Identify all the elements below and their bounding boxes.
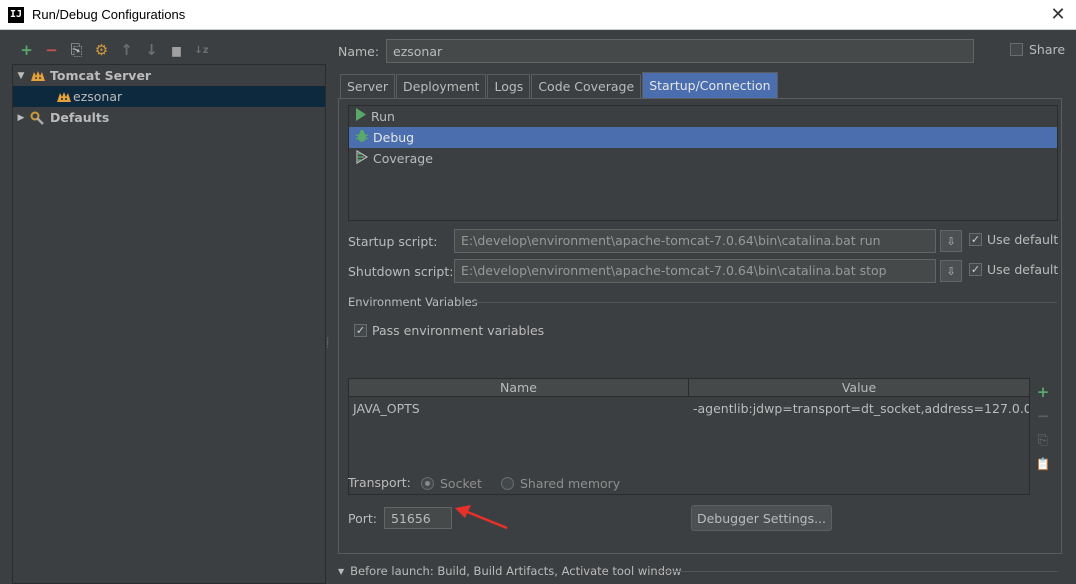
- shutdown-use-default-checkbox[interactable]: ✓: [969, 263, 982, 276]
- add-env-icon[interactable]: +: [1033, 380, 1053, 404]
- shared-memory-label: Shared memory: [520, 476, 621, 491]
- share-checkbox[interactable]: [1010, 43, 1023, 56]
- list-item-run[interactable]: Run: [349, 106, 1057, 127]
- tomcat-icon: [29, 68, 47, 84]
- table-header: Name Value: [349, 379, 1029, 397]
- tab-startup-connection[interactable]: Startup/Connection: [642, 72, 778, 98]
- remove-icon[interactable]: −: [39, 40, 64, 60]
- splitter-handle[interactable]: ⁝ ⁝: [326, 337, 329, 351]
- use-default-label: Use default: [987, 232, 1059, 247]
- pass-env-label: Pass environment variables: [372, 323, 545, 338]
- tree-item-label: ezsonar: [73, 89, 123, 104]
- list-item-label: Run: [371, 109, 395, 124]
- share-option[interactable]: Share: [1010, 42, 1065, 57]
- paste-env-icon[interactable]: 📋: [1033, 452, 1053, 476]
- tree-item-label: Tomcat Server: [50, 68, 152, 83]
- configurations-tree: ▼ Tomcat Server ezsonar ▶ Defaults: [12, 64, 326, 584]
- browse-startup-icon[interactable]: ⇩: [940, 230, 962, 252]
- remove-env-icon[interactable]: −: [1033, 404, 1053, 428]
- shared-memory-radio[interactable]: [501, 477, 514, 490]
- browse-shutdown-icon[interactable]: ⇩: [940, 260, 962, 282]
- debug-icon: [355, 129, 369, 147]
- startup-connection-panel: Run Debug Coverage Startup script: E:\de…: [338, 98, 1062, 554]
- coverage-icon: [355, 149, 369, 167]
- debugger-settings-button[interactable]: Debugger Settings...: [691, 505, 832, 531]
- transport-shared-memory-option[interactable]: Shared memory: [501, 476, 620, 491]
- annotation-arrow-icon: [455, 505, 508, 530]
- tree-item-label: Defaults: [50, 110, 110, 125]
- before-launch-divider: [658, 571, 1058, 572]
- startup-script-input[interactable]: E:\develop\environment\apache-tomcat-7.0…: [454, 229, 936, 253]
- env-section-divider: [471, 302, 1057, 303]
- edit-defaults-icon[interactable]: ⚙: [89, 40, 114, 60]
- copy-icon[interactable]: ⎘: [64, 40, 89, 60]
- folder-icon[interactable]: ▆: [164, 40, 189, 60]
- socket-label: Socket: [440, 476, 482, 491]
- port-input[interactable]: [384, 507, 452, 529]
- intellij-app-icon: IJ: [8, 6, 24, 23]
- shutdown-script-label: Shutdown script:: [348, 264, 454, 279]
- startup-mode-list: Run Debug Coverage: [348, 105, 1058, 221]
- pass-env-checkbox[interactable]: ✓: [354, 324, 367, 337]
- shutdown-use-default[interactable]: ✓ Use default: [969, 262, 1058, 277]
- tab-deployment[interactable]: Deployment: [396, 74, 487, 98]
- name-input[interactable]: [386, 39, 974, 63]
- title-bar: IJ Run/Debug Configurations ✕: [0, 0, 1076, 30]
- tab-server[interactable]: Server: [340, 74, 395, 98]
- move-down-icon[interactable]: ↓: [139, 40, 164, 60]
- env-name-cell[interactable]: JAVA_OPTS: [349, 401, 689, 416]
- before-launch-label: Before launch: Build, Build Artifacts, A…: [350, 564, 682, 578]
- list-item-debug[interactable]: Debug: [349, 127, 1057, 148]
- tree-item-ezsonar[interactable]: ezsonar: [13, 86, 325, 107]
- name-label: Name:: [338, 43, 380, 59]
- run-icon: [355, 108, 367, 125]
- tree-item-tomcat-server[interactable]: ▼ Tomcat Server: [13, 65, 325, 86]
- configurations-panel: + − ⎘ ⚙ ↑ ↓ ▆ ↓z ▼ Tomcat Server ezsonar…: [0, 30, 328, 584]
- startup-script-label: Startup script:: [348, 234, 438, 249]
- tab-code-coverage[interactable]: Code Coverage: [531, 74, 642, 98]
- column-header-name[interactable]: Name: [349, 379, 689, 396]
- before-launch-section[interactable]: ▼ Before launch: Build, Build Artifacts,…: [338, 564, 681, 578]
- list-item-label: Coverage: [373, 151, 433, 166]
- table-row[interactable]: JAVA_OPTS -agentlib:jdwp=transport=dt_so…: [349, 397, 1029, 419]
- sort-icon[interactable]: ↓z: [189, 40, 214, 60]
- tab-logs[interactable]: Logs: [487, 74, 531, 98]
- transport-socket-option[interactable]: Socket: [421, 476, 482, 491]
- env-table-toolbar: + − ⎘ 📋: [1033, 380, 1053, 476]
- configurations-toolbar: + − ⎘ ⚙ ↑ ↓ ▆ ↓z: [14, 40, 214, 60]
- socket-radio[interactable]: [421, 477, 434, 490]
- tree-item-defaults[interactable]: ▶ Defaults: [13, 107, 325, 128]
- env-value-cell[interactable]: -agentlib:jdwp=transport=dt_socket,addre…: [689, 401, 1029, 416]
- transport-label: Transport:: [348, 475, 411, 490]
- close-icon[interactable]: ✕: [1048, 5, 1068, 25]
- config-tabs: Server Deployment Logs Code Coverage Sta…: [340, 72, 779, 98]
- wrench-icon: [29, 110, 47, 126]
- use-default-label: Use default: [987, 262, 1059, 277]
- before-launch-arrow-icon[interactable]: ▼: [338, 567, 344, 576]
- pass-env-option[interactable]: ✓ Pass environment variables: [354, 323, 544, 338]
- expand-arrow-icon[interactable]: ▶: [13, 113, 29, 123]
- startup-use-default-checkbox[interactable]: ✓: [969, 233, 982, 246]
- move-up-icon[interactable]: ↑: [114, 40, 139, 60]
- tomcat-icon: [55, 89, 73, 105]
- list-item-label: Debug: [373, 130, 415, 145]
- list-item-coverage[interactable]: Coverage: [349, 148, 1057, 169]
- share-label: Share: [1029, 42, 1066, 57]
- add-icon[interactable]: +: [14, 40, 39, 60]
- startup-use-default[interactable]: ✓ Use default: [969, 232, 1058, 247]
- shutdown-script-input[interactable]: E:\develop\environment\apache-tomcat-7.0…: [454, 259, 936, 283]
- env-section-title: Environment Variables: [348, 295, 478, 309]
- column-header-value[interactable]: Value: [689, 379, 1029, 396]
- port-label: Port:: [348, 511, 377, 526]
- collapse-arrow-icon[interactable]: ▼: [13, 71, 29, 81]
- configuration-editor: Name: Share Server Deployment Logs Code …: [336, 30, 1076, 584]
- copy-env-icon[interactable]: ⎘: [1033, 428, 1053, 452]
- window-title: Run/Debug Configurations: [32, 7, 186, 22]
